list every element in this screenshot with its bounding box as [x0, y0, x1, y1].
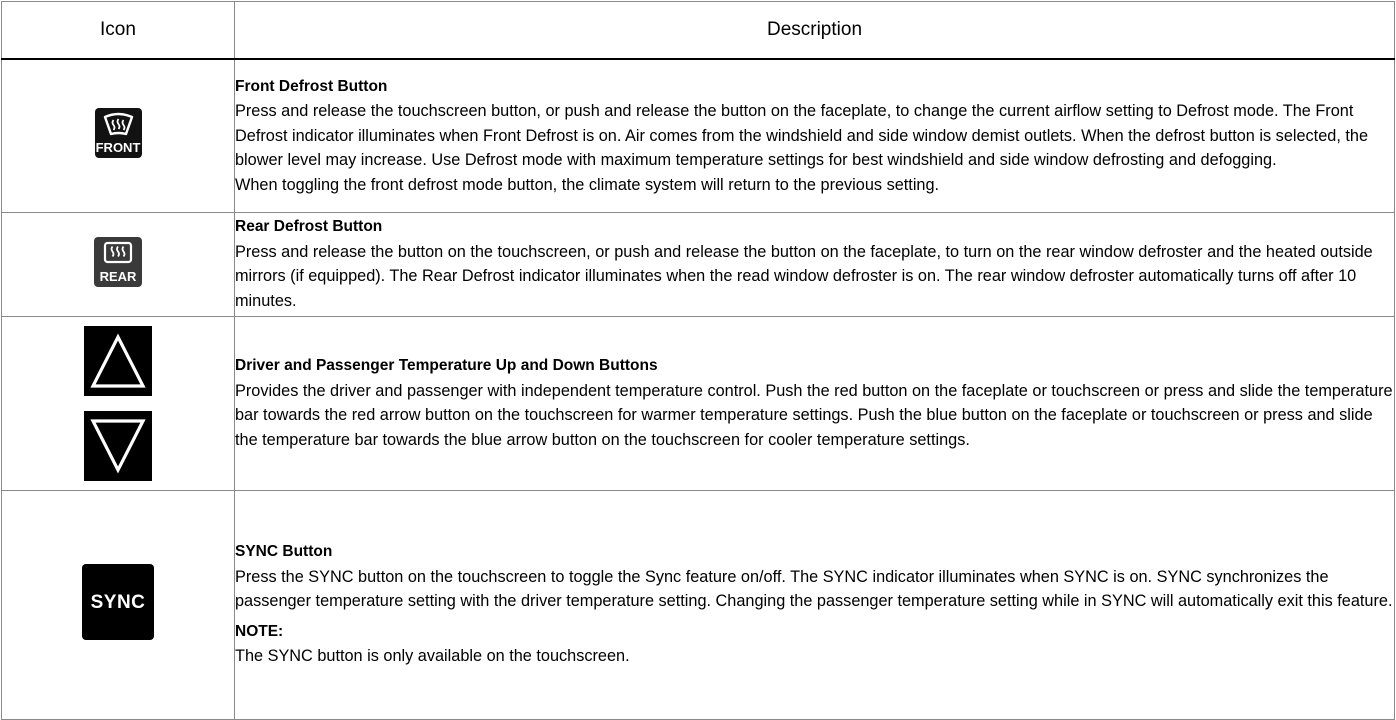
description-cell: Driver and Passenger Temperature Up and … [234, 315, 1395, 491]
sync-icon-label: SYNC [90, 592, 146, 613]
row-title: SYNC Button [235, 543, 333, 561]
rear-defrost-caption: REAR [99, 268, 137, 284]
front-defrost-icon: FRONT [94, 108, 142, 159]
row-paragraph: When toggling the front defrost mode but… [235, 175, 940, 194]
table-row: FRONT Front Defrost Button Press and rel… [1, 58, 1395, 213]
note-title: NOTE: [235, 622, 284, 640]
description-cell: SYNC Button Press the SYNC button on the… [234, 489, 1395, 720]
row-title: Rear Defrost Button [235, 218, 383, 235]
row-paragraph: Press and release the touchscreen button… [235, 102, 1368, 169]
description-cell: Front Defrost Button Press and release t… [234, 58, 1395, 213]
description-cell: Rear Defrost Button Press and release th… [234, 211, 1395, 317]
header-icon: Icon [1, 1, 235, 60]
icon-description-table: Icon Description FRONT Front Defrost But… [1, 1, 1395, 720]
row-paragraph: Press the SYNC button on the touchscreen… [235, 567, 1393, 611]
row-title: Driver and Passenger Temperature Up and … [235, 357, 658, 374]
header-row: Icon Description [1, 1, 1395, 60]
table-row: SYNC SYNC Button Press the SYNC button o… [1, 489, 1395, 720]
table-row: Driver and Passenger Temperature Up and … [1, 315, 1395, 491]
temperature-down-icon [84, 410, 152, 481]
icon-cell [1, 315, 235, 491]
front-defrost-caption: FRONT [95, 140, 141, 156]
row-paragraph: Provides the driver and passenger with i… [235, 381, 1393, 449]
table-row: REAR Rear Defrost Button Press and relea… [1, 211, 1395, 317]
icon-cell: REAR [1, 211, 235, 317]
icon-cell: FRONT [1, 58, 235, 213]
temperature-up-icon [84, 325, 152, 396]
rear-defrost-icon: REAR [94, 236, 142, 287]
icon-spacer [2, 396, 234, 411]
sync-icon: SYNC [82, 564, 154, 640]
icon-cell: SYNC [1, 489, 235, 720]
row-paragraph: Press and release the button on the touc… [235, 242, 1373, 310]
row-title: Front Defrost Button [235, 77, 388, 95]
note-text: The SYNC button is only available on the… [235, 647, 630, 666]
header-description: Description [234, 1, 1395, 60]
